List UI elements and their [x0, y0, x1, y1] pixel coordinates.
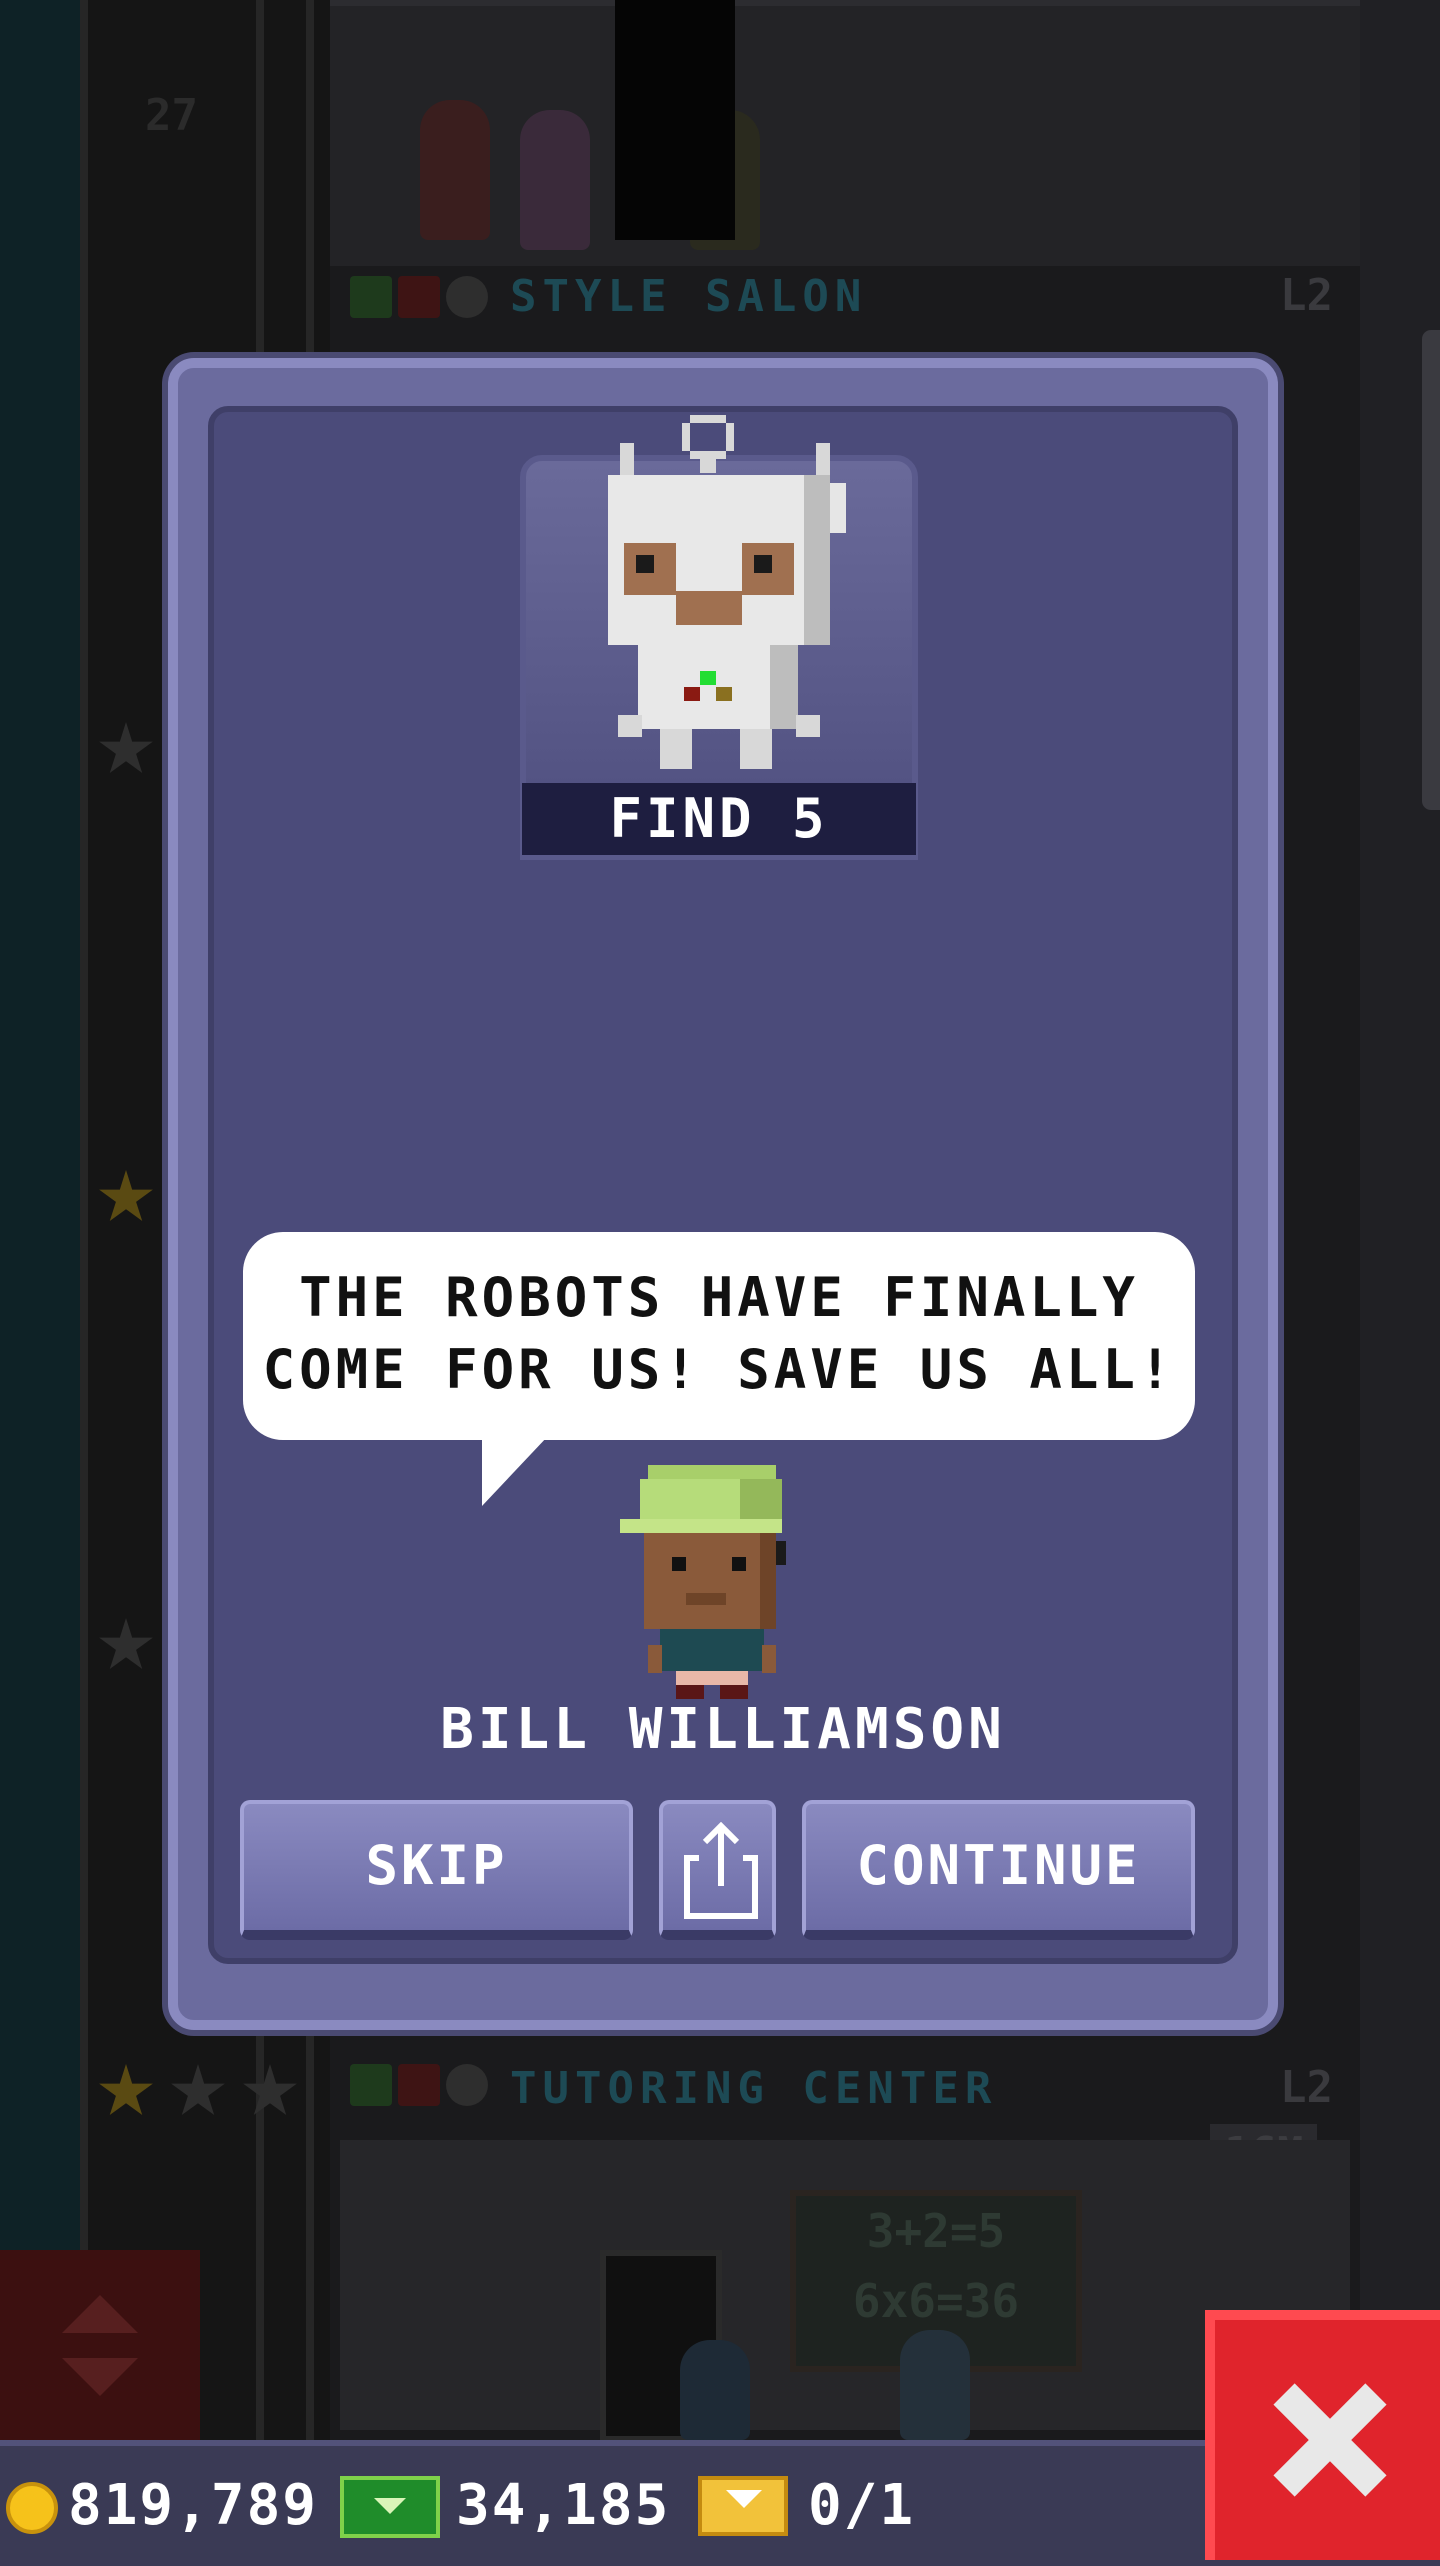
- speech-text-line2: COME FOR US! SAVE US ALL!: [262, 1338, 1176, 1401]
- floor-status-icons: [350, 276, 488, 318]
- floor-name-style-salon: STYLE SALON: [510, 271, 868, 322]
- character-name: BILL WILLIAMSON: [440, 1697, 1006, 1762]
- floor-name-tutoring-center: TUTORING CENTER: [510, 2063, 998, 2114]
- floor-status-icons: [350, 2064, 488, 2106]
- share-button[interactable]: [659, 1800, 776, 1940]
- floor-level-badge: L2: [1280, 2062, 1333, 2113]
- coin-icon: [6, 2482, 58, 2534]
- check-icon: [350, 276, 392, 318]
- share-icon: [684, 1822, 758, 1919]
- arrow-down-icon: [62, 2358, 138, 2396]
- chalkboard-line: 6x6=36: [852, 2274, 1020, 2328]
- salon-doorway: [615, 0, 735, 240]
- floor-number: 27: [145, 90, 198, 141]
- speech-text-line1: THE ROBOTS HAVE FINALLY: [299, 1266, 1139, 1329]
- tickets-counter: 0/1: [808, 2473, 916, 2538]
- character-avatar: [620, 1465, 786, 1699]
- continue-button[interactable]: CONTINUE: [802, 1800, 1195, 1940]
- tenant-figure: [680, 2340, 750, 2440]
- speech-bubble: THE ROBOTS HAVE FINALLY COME FOR US! SAV…: [243, 1232, 1195, 1440]
- bux-icon: [340, 2476, 440, 2538]
- cross-icon: [398, 276, 440, 318]
- ticket-icon: [698, 2476, 788, 2536]
- mission-find-label: FIND 5: [522, 783, 916, 855]
- cross-icon: [398, 2064, 440, 2106]
- elevator-button[interactable]: [0, 2250, 200, 2440]
- close-button[interactable]: [1205, 2310, 1440, 2560]
- coins-counter: 819,789: [68, 2473, 319, 2538]
- check-icon: [350, 2064, 392, 2106]
- robot-icon: [608, 415, 846, 769]
- background-left-strip: [0, 0, 80, 2440]
- floor-level-badge: L2: [1280, 270, 1333, 321]
- arrow-up-icon: [62, 2295, 138, 2333]
- chalkboard-line: 3+2=5: [866, 2204, 1006, 2258]
- bux-counter: 34,185: [456, 2473, 671, 2538]
- close-icon: [1270, 2380, 1390, 2500]
- tenant-figure: [520, 110, 590, 250]
- clock-icon: [446, 276, 488, 318]
- skip-button[interactable]: SKIP: [240, 1800, 633, 1940]
- side-drawer-handle[interactable]: [1422, 330, 1440, 810]
- speech-bubble-tail: [482, 1436, 548, 1506]
- tenant-figure: [900, 2330, 970, 2440]
- tenant-figure: [420, 100, 490, 240]
- clock-icon: [446, 2064, 488, 2106]
